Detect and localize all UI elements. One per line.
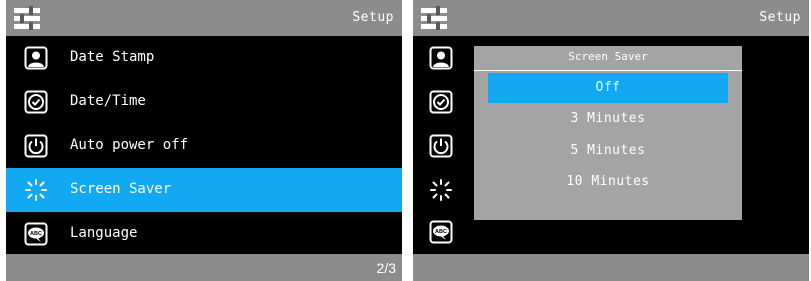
svg-text:ABC: ABC xyxy=(30,231,42,237)
page-title: Setup xyxy=(352,10,394,25)
clock-check-icon xyxy=(429,90,453,114)
menu-item-label: Date Stamp xyxy=(70,49,155,65)
clock-check-icon xyxy=(24,90,48,114)
settings-icon[interactable] xyxy=(421,6,447,30)
option-3-minutes[interactable]: 3 Minutes xyxy=(488,104,728,134)
menu-item-date-stamp[interactable]: Date Stamp xyxy=(6,36,402,80)
menu-item-label: Auto power off xyxy=(70,137,189,153)
menu-item-label: Language xyxy=(70,225,138,241)
menu-item-label: Screen Saver xyxy=(70,181,172,197)
menu-item-date-time[interactable]: Date/Time xyxy=(6,80,402,124)
screen-saver-popup-screen: Setup ABC Screen Saver Off 3 Minutes 5 M… xyxy=(413,0,809,281)
option-off[interactable]: Off xyxy=(488,73,728,103)
bottom-bar xyxy=(413,254,809,281)
svg-text:ABC: ABC xyxy=(435,229,447,235)
bottom-bar: 2/3 xyxy=(6,254,402,281)
menu-item-screen-saver[interactable]: Screen Saver xyxy=(6,168,402,212)
top-bar: Setup xyxy=(6,0,402,36)
popup-divider xyxy=(474,70,742,71)
option-10-minutes[interactable]: 10 Minutes xyxy=(488,167,728,197)
portrait-icon xyxy=(429,46,453,70)
power-icon xyxy=(24,134,48,158)
page-title: Setup xyxy=(759,10,801,25)
top-bar: Setup xyxy=(413,0,809,36)
portrait-icon xyxy=(24,46,48,70)
page-indicator: 2/3 xyxy=(376,260,396,276)
sun-icon xyxy=(430,179,452,201)
settings-icon[interactable] xyxy=(14,6,40,30)
abc-language-icon: ABC xyxy=(429,220,453,244)
option-5-minutes[interactable]: 5 Minutes xyxy=(488,136,728,166)
menu-item-auto-power-off[interactable]: Auto power off xyxy=(6,124,402,168)
popup-title: Screen Saver xyxy=(568,50,648,63)
power-icon xyxy=(429,134,453,158)
menu-item-language[interactable]: ABC Language xyxy=(6,212,402,256)
abc-language-icon: ABC xyxy=(24,222,48,246)
screen-saver-popup: Screen Saver Off 3 Minutes 5 Minutes 10 … xyxy=(474,46,742,220)
menu-item-label: Date/Time xyxy=(70,93,146,109)
sun-icon xyxy=(25,179,47,201)
setup-menu-screen: Setup Date Stamp Date/Time Auto power of… xyxy=(6,0,402,281)
